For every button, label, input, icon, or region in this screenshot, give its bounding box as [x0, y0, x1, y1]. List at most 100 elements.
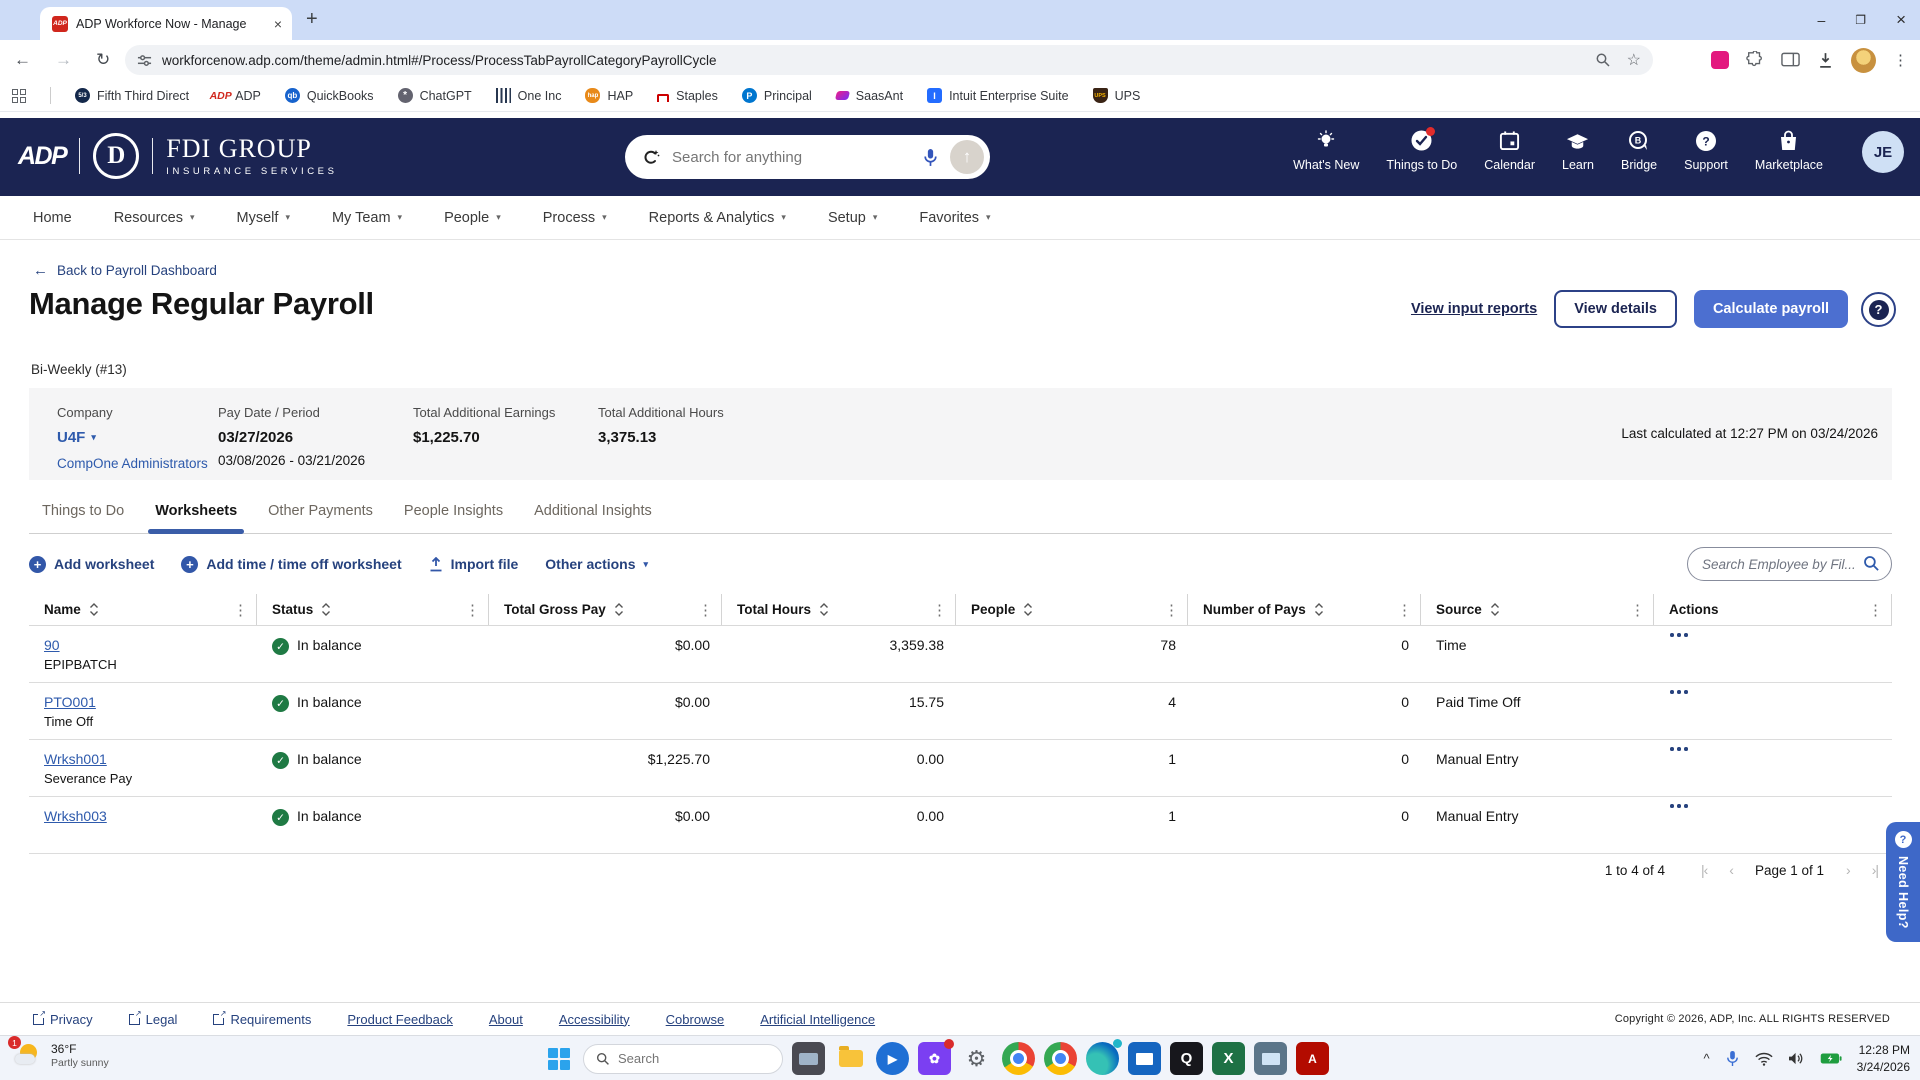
- column-menu-icon[interactable]: ⋮: [932, 601, 947, 619]
- sort-icon[interactable]: [1314, 602, 1324, 617]
- apps-grid-icon[interactable]: [12, 89, 26, 103]
- column-header-total-hours[interactable]: Total Hours⋮: [722, 594, 956, 625]
- user-avatar[interactable]: JE: [1862, 131, 1904, 173]
- add-worksheet-button[interactable]: + Add worksheet: [29, 556, 154, 573]
- column-header-source[interactable]: Source⋮: [1421, 594, 1654, 625]
- browser-forward-icon[interactable]: →: [55, 50, 72, 70]
- pinned-extension-icon[interactable]: [1711, 51, 1729, 69]
- taskbar-search-box[interactable]: [583, 1044, 783, 1074]
- learn-button[interactable]: Learn: [1562, 129, 1594, 172]
- calculate-payroll-button[interactable]: Calculate payroll: [1694, 290, 1848, 328]
- marketplace-button[interactable]: Marketplace: [1755, 129, 1823, 172]
- back-to-payroll-dashboard-link[interactable]: ← Back to Payroll Dashboard: [33, 262, 217, 279]
- bookmark-intuit[interactable]: IIntuit Enterprise Suite: [927, 88, 1069, 103]
- bridge-button[interactable]: B Bridge: [1621, 129, 1657, 172]
- nav-resources[interactable]: Resources▾: [114, 210, 195, 226]
- extensions-puzzle-icon[interactable]: [1746, 51, 1764, 69]
- column-menu-icon[interactable]: ⋮: [1164, 601, 1179, 619]
- tab-additional-insights[interactable]: Additional Insights: [534, 503, 652, 533]
- sort-icon[interactable]: [1023, 602, 1033, 617]
- worksheet-name-link[interactable]: 90: [44, 637, 245, 653]
- nav-process[interactable]: Process▾: [543, 210, 607, 226]
- tray-volume-icon[interactable]: [1788, 1051, 1805, 1066]
- tray-mic-icon[interactable]: [1725, 1050, 1740, 1067]
- worksheet-name-link[interactable]: Wrksh001: [44, 751, 245, 767]
- footer-requirements-link[interactable]: Requirements: [213, 1012, 311, 1027]
- browser-profile-app-icon[interactable]: [1002, 1042, 1035, 1075]
- row-actions-menu[interactable]: [1654, 740, 1892, 796]
- footer-artificial-intelligence-link[interactable]: Artificial Intelligence: [760, 1012, 875, 1027]
- bookmark-adp[interactable]: ADPADP: [213, 88, 261, 103]
- nav-favorites[interactable]: Favorites▾: [919, 210, 990, 226]
- column-menu-icon[interactable]: ⋮: [1868, 601, 1883, 619]
- next-page-icon[interactable]: ›: [1846, 862, 1850, 878]
- footer-about-link[interactable]: About: [489, 1012, 523, 1027]
- sort-icon[interactable]: [321, 602, 331, 617]
- photos-app-icon[interactable]: ✿: [918, 1042, 951, 1075]
- nav-reports-analytics[interactable]: Reports & Analytics▾: [649, 210, 786, 226]
- bookmark-quickbooks[interactable]: qbQuickBooks: [285, 88, 374, 103]
- view-input-reports-link[interactable]: View input reports: [1411, 301, 1537, 317]
- window-maximize-icon[interactable]: ❐: [1855, 13, 1866, 27]
- windows-start-button[interactable]: [548, 1048, 570, 1070]
- company-name-link[interactable]: CompOne Administrators: [57, 456, 208, 471]
- view-details-button[interactable]: View details: [1554, 290, 1677, 328]
- previous-page-icon[interactable]: ‹: [1729, 862, 1733, 878]
- bookmark-chatgpt[interactable]: *ChatGPT: [398, 88, 472, 103]
- column-menu-icon[interactable]: ⋮: [233, 601, 248, 619]
- tray-expand-icon[interactable]: ^: [1704, 1051, 1710, 1066]
- bookmark-staples[interactable]: Staples: [657, 89, 718, 103]
- global-search-bar[interactable]: ↑: [625, 135, 990, 179]
- sort-icon[interactable]: [89, 602, 99, 617]
- search-icon[interactable]: [1863, 555, 1880, 572]
- tab-other-payments[interactable]: Other Payments: [268, 503, 373, 533]
- taskbar-weather-widget[interactable]: 1 36°F Partly sunny: [12, 1040, 109, 1070]
- chrome-app-icon[interactable]: [1044, 1042, 1077, 1075]
- page-zoom-icon[interactable]: [1595, 52, 1611, 68]
- nav-setup[interactable]: Setup▾: [828, 210, 877, 226]
- taskbar-search-input[interactable]: [618, 1051, 758, 1066]
- browser-menu-icon[interactable]: ⋮: [1893, 51, 1908, 69]
- bookmark-principal[interactable]: PPrincipal: [742, 88, 812, 103]
- tab-close-icon[interactable]: ×: [274, 17, 282, 31]
- browser-reload-icon[interactable]: ↻: [96, 50, 110, 70]
- window-minimize-icon[interactable]: –: [1818, 12, 1826, 28]
- bookmark-star-icon[interactable]: ☆: [1627, 50, 1641, 70]
- other-actions-dropdown[interactable]: Other actions ▾: [545, 556, 648, 572]
- column-header-people[interactable]: People⋮: [956, 594, 1188, 625]
- nav-myself[interactable]: Myself▾: [237, 210, 290, 226]
- whats-new-button[interactable]: What's New: [1293, 129, 1359, 172]
- bookmark-fifth-third[interactable]: 5/3Fifth Third Direct: [75, 88, 189, 103]
- task-view-app-icon[interactable]: [792, 1042, 825, 1075]
- employee-search-input[interactable]: [1687, 547, 1892, 581]
- nav-people[interactable]: People▾: [444, 210, 501, 226]
- column-header-total-gross-pay[interactable]: Total Gross Pay⋮: [489, 594, 722, 625]
- footer-accessibility-link[interactable]: Accessibility: [559, 1012, 630, 1027]
- column-menu-icon[interactable]: ⋮: [465, 601, 480, 619]
- last-page-icon[interactable]: ›|: [1872, 862, 1878, 878]
- settings-app-icon[interactable]: ⚙: [960, 1042, 993, 1075]
- downloads-icon[interactable]: [1817, 52, 1834, 69]
- things-to-do-button[interactable]: Things to Do: [1386, 129, 1457, 172]
- import-file-button[interactable]: Import file: [429, 556, 519, 572]
- column-menu-icon[interactable]: ⋮: [1630, 601, 1645, 619]
- new-tab-button[interactable]: +: [306, 8, 318, 31]
- nav-home[interactable]: Home: [33, 210, 72, 226]
- support-button[interactable]: ? Support: [1684, 129, 1728, 172]
- footer-cobrowse-link[interactable]: Cobrowse: [666, 1012, 725, 1027]
- bookmark-ups[interactable]: UPSUPS: [1093, 88, 1141, 103]
- footer-product-feedback-link[interactable]: Product Feedback: [347, 1012, 453, 1027]
- window-close-icon[interactable]: ×: [1896, 10, 1906, 30]
- mail-app-icon[interactable]: [1128, 1042, 1161, 1075]
- column-header-name[interactable]: Name⋮: [29, 594, 257, 625]
- search-submit-icon[interactable]: ↑: [950, 140, 984, 174]
- taskbar-clock[interactable]: 12:28 PM 3/24/2026: [1857, 1042, 1910, 1074]
- edge-app-icon[interactable]: [1086, 1042, 1119, 1075]
- bookmark-one-inc[interactable]: One Inc: [496, 88, 562, 103]
- sort-icon[interactable]: [614, 602, 624, 617]
- footer-legal-link[interactable]: Legal: [129, 1012, 178, 1027]
- row-actions-menu[interactable]: [1654, 626, 1892, 682]
- acrobat-app-icon[interactable]: A: [1296, 1042, 1329, 1075]
- file-explorer-app-icon[interactable]: [834, 1042, 867, 1075]
- side-panel-icon[interactable]: [1781, 52, 1800, 68]
